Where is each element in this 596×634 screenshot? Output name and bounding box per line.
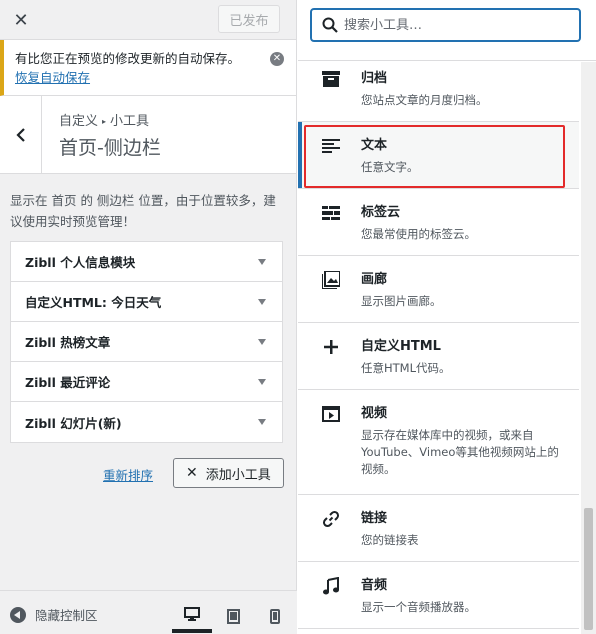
customizer-controls: ✕ 已发布 有比您正在预览的修改更新的自动保存。 恢复自动保存 ✕ 自定义 ▸ 小工… bbox=[0, 0, 297, 634]
text-icon bbox=[322, 137, 340, 155]
widget-description: 您站点文章的月度归档。 bbox=[361, 93, 488, 107]
collapse-arrow-icon bbox=[10, 606, 26, 623]
restore-autosave-link[interactable]: 恢复自动保存 bbox=[15, 70, 90, 85]
breadcrumb-parent: 自定义 bbox=[59, 114, 99, 129]
scrollbar-thumb[interactable] bbox=[584, 508, 593, 630]
dismiss-notice-icon[interactable]: ✕ bbox=[270, 52, 284, 66]
close-icon: ✕ bbox=[186, 465, 198, 481]
link-icon bbox=[322, 510, 340, 528]
archive-icon bbox=[322, 70, 340, 88]
collapse-sidebar-button[interactable]: 隐藏控制区 bbox=[10, 605, 98, 624]
available-widget-gallery[interactable]: 画廊 显示图片画廊。 bbox=[298, 256, 579, 323]
breadcrumb-child: 小工具 bbox=[110, 114, 150, 129]
add-widget-button[interactable]: ✕ 添加小工具 bbox=[173, 458, 284, 488]
back-button[interactable] bbox=[0, 96, 42, 173]
tablet-preview-button[interactable] bbox=[213, 599, 253, 633]
add-widget-label: 添加小工具 bbox=[205, 467, 271, 483]
available-widgets-panel: 归档 您站点文章的月度归档。 文本 任意文字。 标签云 您最常使用的标签云。 画… bbox=[298, 0, 596, 634]
widget-description: 您最常使用的标签云。 bbox=[361, 227, 476, 241]
widget-name: 文本 bbox=[361, 138, 388, 153]
widget-search-area bbox=[298, 0, 596, 61]
scrollbar[interactable] bbox=[581, 62, 596, 634]
breadcrumb: 自定义 ▸ 小工具 bbox=[59, 110, 149, 129]
widget-description: 任意文字。 bbox=[361, 160, 419, 174]
tablet-icon bbox=[226, 608, 240, 624]
widget-name: 画廊 bbox=[361, 272, 388, 287]
breadcrumb-separator-icon: ▸ bbox=[102, 117, 107, 126]
tag-cloud-icon bbox=[322, 204, 340, 222]
available-widget-text[interactable]: 文本 任意文字。 bbox=[298, 122, 579, 189]
chevron-left-icon bbox=[15, 127, 25, 142]
expand-arrow-icon[interactable] bbox=[258, 338, 266, 345]
widget-description: 显示存在媒体库中的视频，或来自YouTube、Vimeo等其他视频网站上的视频。 bbox=[361, 428, 559, 476]
notice-text: 有比您正在预览的修改更新的自动保存。 bbox=[15, 51, 241, 66]
available-widget-video[interactable]: 视频 显示存在媒体库中的视频，或来自YouTube、Vimeo等其他视频网站上的… bbox=[298, 390, 579, 495]
available-widget-audio[interactable]: 音频 显示一个音频播放器。 bbox=[298, 562, 579, 629]
section-header: 自定义 ▸ 小工具 首页-侧边栏 bbox=[0, 96, 296, 174]
customizer-footer: 隐藏控制区 bbox=[0, 590, 297, 634]
widget-name: 标签云 bbox=[361, 205, 401, 220]
mobile-icon bbox=[270, 608, 280, 624]
widget-title: 自定义HTML: 今日天气 bbox=[25, 295, 162, 310]
widget-title: Zibll 最近评论 bbox=[25, 375, 111, 390]
gallery-icon bbox=[322, 271, 340, 289]
widget-description: 任意HTML代码。 bbox=[361, 361, 451, 375]
expand-arrow-icon[interactable] bbox=[258, 378, 266, 385]
customizer-header: ✕ 已发布 bbox=[0, 0, 296, 40]
widget-item[interactable]: Zibll 个人信息模块 bbox=[11, 242, 282, 282]
available-widget-links[interactable]: 链接 您的链接表 bbox=[298, 495, 579, 562]
selection-highlight bbox=[304, 125, 565, 188]
available-widget-archive[interactable]: 归档 您站点文章的月度归档。 bbox=[298, 62, 579, 122]
desktop-icon bbox=[184, 607, 200, 621]
widget-name: 归档 bbox=[361, 71, 388, 86]
widget-list: Zibll 个人信息模块 自定义HTML: 今日天气 Zibll 热榜文章 Zi… bbox=[10, 241, 283, 443]
publish-button[interactable]: 已发布 bbox=[218, 5, 280, 33]
mobile-preview-button[interactable] bbox=[255, 599, 295, 633]
widget-name: 音频 bbox=[361, 578, 388, 593]
widget-name: 链接 bbox=[361, 511, 388, 526]
widget-description: 您的链接表 bbox=[361, 533, 419, 547]
available-widget-custom-html[interactable]: 自定义HTML 任意HTML代码。 bbox=[298, 323, 579, 390]
widget-name: 视频 bbox=[361, 406, 388, 421]
widget-actions: 重新排序 ✕ 添加小工具 bbox=[0, 458, 296, 488]
expand-arrow-icon[interactable] bbox=[258, 258, 266, 265]
widget-description: 显示一个音频播放器。 bbox=[361, 600, 476, 614]
audio-icon bbox=[322, 577, 340, 595]
expand-arrow-icon[interactable] bbox=[258, 298, 266, 305]
widget-item[interactable]: Zibll 幻灯片(新) bbox=[11, 402, 282, 442]
widget-title: Zibll 个人信息模块 bbox=[25, 255, 136, 270]
available-widget-tag-cloud[interactable]: 标签云 您最常使用的标签云。 bbox=[298, 189, 579, 256]
expand-arrow-icon[interactable] bbox=[258, 419, 266, 425]
close-icon[interactable]: ✕ bbox=[0, 0, 42, 40]
autosave-notice: 有比您正在预览的修改更新的自动保存。 恢复自动保存 ✕ bbox=[0, 40, 296, 96]
reorder-link[interactable]: 重新排序 bbox=[103, 465, 153, 484]
widget-description: 显示图片画廊。 bbox=[361, 294, 442, 308]
collapse-label: 隐藏控制区 bbox=[35, 608, 98, 623]
widget-title: Zibll 热榜文章 bbox=[25, 335, 111, 350]
widget-item[interactable]: Zibll 最近评论 bbox=[11, 362, 282, 402]
video-icon bbox=[322, 405, 340, 423]
search-input[interactable] bbox=[344, 17, 544, 33]
sidebar-description: 显示在 首页 的 侧边栏 位置，由于位置较多，建议使用实时预览管理！ bbox=[10, 193, 276, 229]
widget-item[interactable]: 自定义HTML: 今日天气 bbox=[11, 282, 282, 322]
widget-search-box[interactable] bbox=[310, 8, 581, 42]
plus-icon bbox=[322, 338, 340, 356]
widget-item[interactable]: Zibll 热榜文章 bbox=[11, 322, 282, 362]
search-icon bbox=[322, 17, 338, 33]
widget-name: 自定义HTML bbox=[361, 339, 441, 354]
desktop-preview-button[interactable] bbox=[172, 599, 212, 633]
section-title: 首页-侧边栏 bbox=[59, 137, 161, 159]
widget-title: Zibll 幻灯片(新) bbox=[25, 415, 122, 431]
available-widgets-list: 归档 您站点文章的月度归档。 文本 任意文字。 标签云 您最常使用的标签云。 画… bbox=[298, 62, 579, 634]
